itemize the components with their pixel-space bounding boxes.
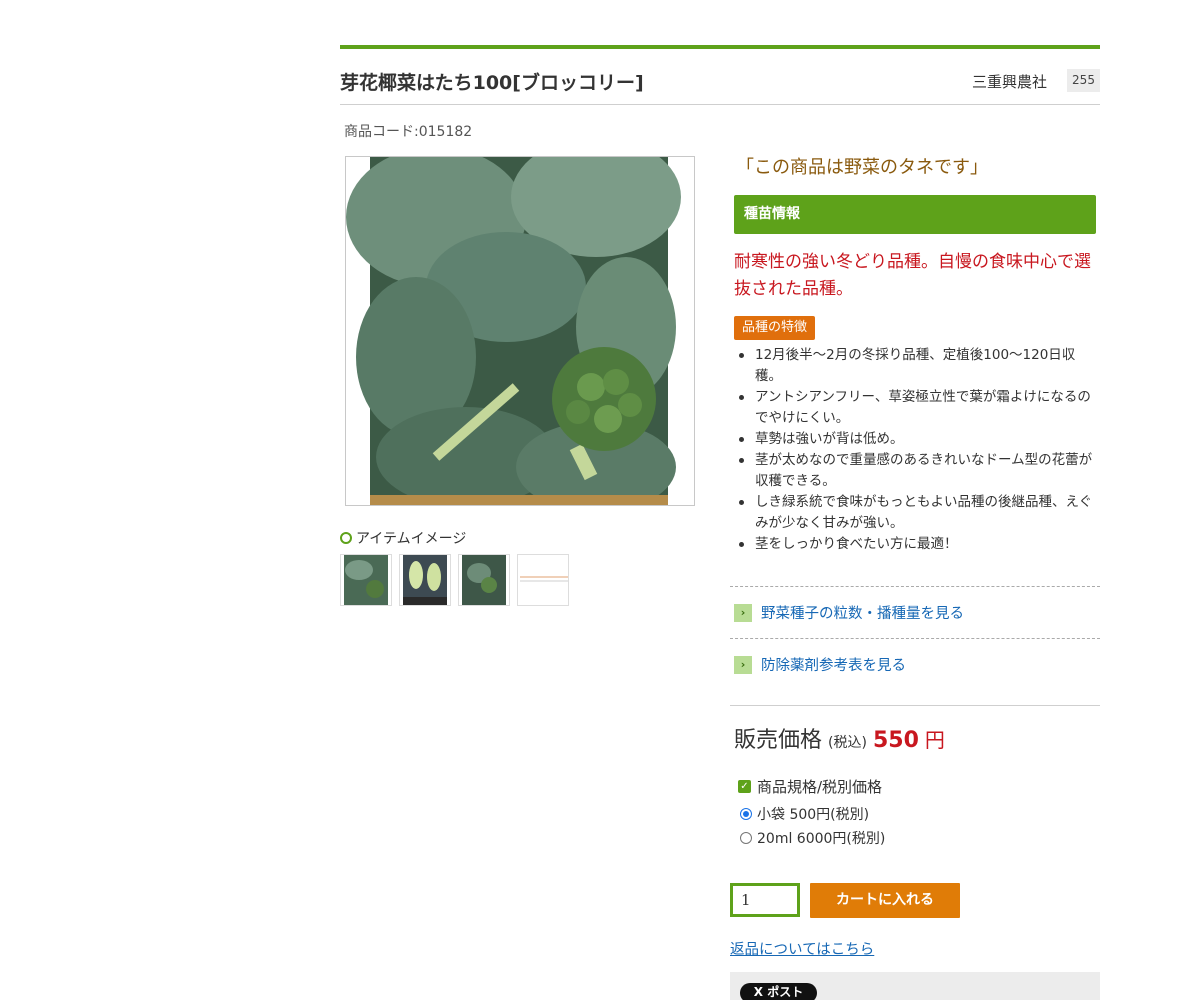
chevron-right-icon: › bbox=[734, 655, 752, 674]
feature-item: アントシアンフリー、草姿極立性で葉が霜よけになるのでやけにくい。 bbox=[734, 387, 1096, 429]
catchphrase: 耐寒性の強い冬どり品種。自慢の食味中心で選抜された品種。 bbox=[734, 252, 1091, 299]
returns-link[interactable]: 返品についてはこちら bbox=[730, 938, 874, 959]
thumbnail-1[interactable] bbox=[340, 554, 392, 606]
item-image-label: アイテムイメージ bbox=[340, 528, 466, 548]
product-code: 商品コード:015182 bbox=[344, 124, 473, 140]
broccoli-field-thumb bbox=[462, 555, 506, 605]
seed-count-link[interactable]: › 野菜種子の粒数・播種量を見る bbox=[730, 586, 1100, 638]
title-row: 芽花椰菜はたち100[ブロッコリー] 三重興農社 255 bbox=[340, 49, 1100, 105]
spec-option-label: 20ml 6000円(税別) bbox=[757, 831, 886, 847]
main-product-image[interactable] bbox=[345, 156, 695, 506]
spec-heading: ✓ 商品規格/税別価格 bbox=[738, 776, 882, 797]
product-title: 芽花椰菜はたち100[ブロッコリー] bbox=[340, 72, 644, 94]
count-badge: 255 bbox=[1067, 69, 1100, 92]
feature-item: しき緑系統で食味がもっともよい品種の後継品種、えぐみが少なく甘みが強い。 bbox=[734, 492, 1096, 534]
broccoli-plant-thumb bbox=[344, 555, 388, 605]
feature-item: 茎が太めなので重量感のあるきれいなドーム型の花蕾が収穫できる。 bbox=[734, 450, 1096, 492]
spec-option-20ml[interactable]: 20ml 6000円(税別) bbox=[740, 828, 885, 848]
radio-selected[interactable] bbox=[740, 808, 752, 820]
feature-item: 12月後半～2月の冬採り品種、定植後100～120日収穫。 bbox=[734, 345, 1096, 387]
thumbnail-strip bbox=[340, 554, 569, 606]
price-divider bbox=[730, 705, 1100, 706]
seed-info-heading: 種苗情報 bbox=[734, 195, 1096, 234]
thumbnail-4[interactable] bbox=[517, 554, 569, 606]
seed-table-thumb bbox=[518, 555, 568, 605]
feature-item: 草勢は強いが背は低め。 bbox=[734, 429, 1096, 450]
pesticide-link[interactable]: › 防除薬剤参考表を見る bbox=[730, 638, 1100, 690]
radio-unselected[interactable] bbox=[740, 832, 752, 844]
seed-note: 「この商品は野菜のタネです」 bbox=[736, 157, 988, 178]
thumbnail-2[interactable] bbox=[399, 554, 451, 606]
circle-icon bbox=[340, 532, 352, 544]
chevron-right-icon: › bbox=[734, 603, 752, 622]
price-label: 販売価格 bbox=[734, 728, 823, 753]
broccoli-stems-thumb bbox=[403, 555, 447, 605]
check-icon: ✓ bbox=[738, 780, 751, 793]
feature-badge: 品種の特徴 bbox=[734, 316, 816, 340]
price-value: 550 bbox=[872, 728, 919, 753]
maker-name: 三重興農社 bbox=[971, 73, 1047, 91]
spec-option-small-bag[interactable]: 小袋 500円(税別) bbox=[740, 804, 869, 824]
thumbnail-3[interactable] bbox=[458, 554, 510, 606]
spec-option-label: 小袋 500円(税別) bbox=[757, 807, 870, 823]
add-to-cart-button[interactable]: カートに入れる bbox=[810, 883, 960, 918]
feature-item: 茎をしっかり食べたい方に最適！ bbox=[734, 534, 1096, 555]
feature-list: 12月後半～2月の冬採り品種、定植後100～120日収穫。 アントシアンフリー、… bbox=[734, 345, 1096, 555]
x-post-button[interactable]: X ポスト bbox=[740, 983, 817, 1000]
broccoli-photo bbox=[346, 157, 694, 505]
price-tax-note: (税込) bbox=[828, 735, 867, 751]
seed-count-link-text[interactable]: 野菜種子の粒数・播種量を見る bbox=[761, 602, 964, 623]
spec-heading-text: 商品規格/税別価格 bbox=[757, 778, 883, 796]
product-header: 芽花椰菜はたち100[ブロッコリー] 三重興農社 255 bbox=[340, 45, 1100, 105]
price-row: 販売価格 (税込) 550 円 bbox=[734, 722, 945, 754]
quantity-input[interactable]: 1 bbox=[730, 883, 800, 917]
item-image-label-text: アイテムイメージ bbox=[356, 531, 467, 547]
pesticide-link-text[interactable]: 防除薬剤参考表を見る bbox=[761, 654, 906, 675]
price-unit: 円 bbox=[924, 728, 945, 752]
